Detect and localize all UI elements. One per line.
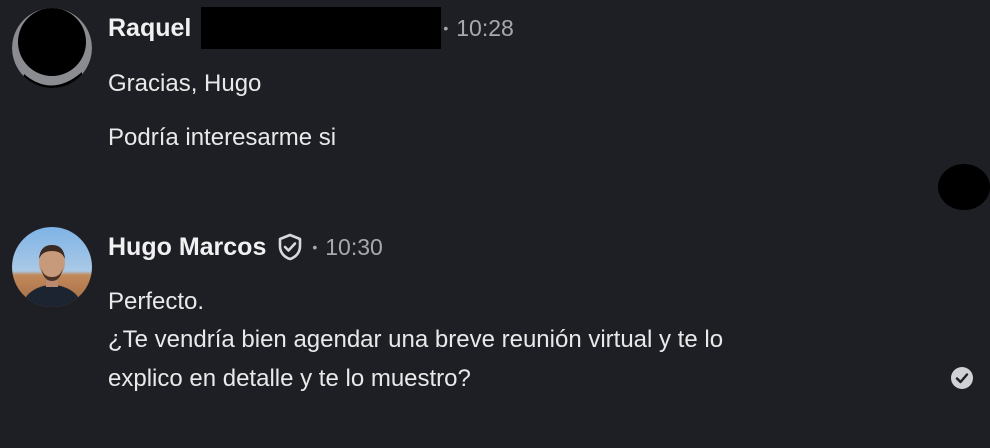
sender-name[interactable]: Raquel [108,14,191,43]
message-header: Hugo Marcos • 10:30 [108,227,383,267]
message-text: ¿Te vendría bien agendar una breve reuni… [108,326,724,353]
separator-dot: • [443,20,449,36]
message-text: explico en detalle y te lo muestro? [108,365,471,392]
message-header: Raquel • 10:28 [108,7,514,49]
message-item: Raquel • 10:28 Gracias, Hugo Podría inte… [0,0,990,200]
message-text: Perfecto. [108,288,205,315]
message-text: Gracias, Hugo [108,70,262,97]
avatar-image [12,8,92,88]
redaction-block [201,7,442,49]
avatar-image [12,227,92,307]
check-circle-icon [950,366,974,390]
message-timestamp: 10:30 [325,233,383,260]
separator-dot: • [312,239,318,255]
avatar-raquel[interactable] [12,8,92,88]
verified-icon [276,233,304,261]
message-thread: Raquel • 10:28 Gracias, Hugo Podría inte… [0,0,990,448]
redacted-avatar-blob [938,164,990,210]
message-timestamp: 10:28 [456,14,514,41]
message-text: Podría interesarme si [108,124,337,151]
sender-name[interactable]: Hugo Marcos [108,233,266,262]
message-item: Hugo Marcos • 10:30 Perfecto. ¿Te vendrí… [0,222,990,448]
avatar-hugo[interactable] [12,227,92,307]
